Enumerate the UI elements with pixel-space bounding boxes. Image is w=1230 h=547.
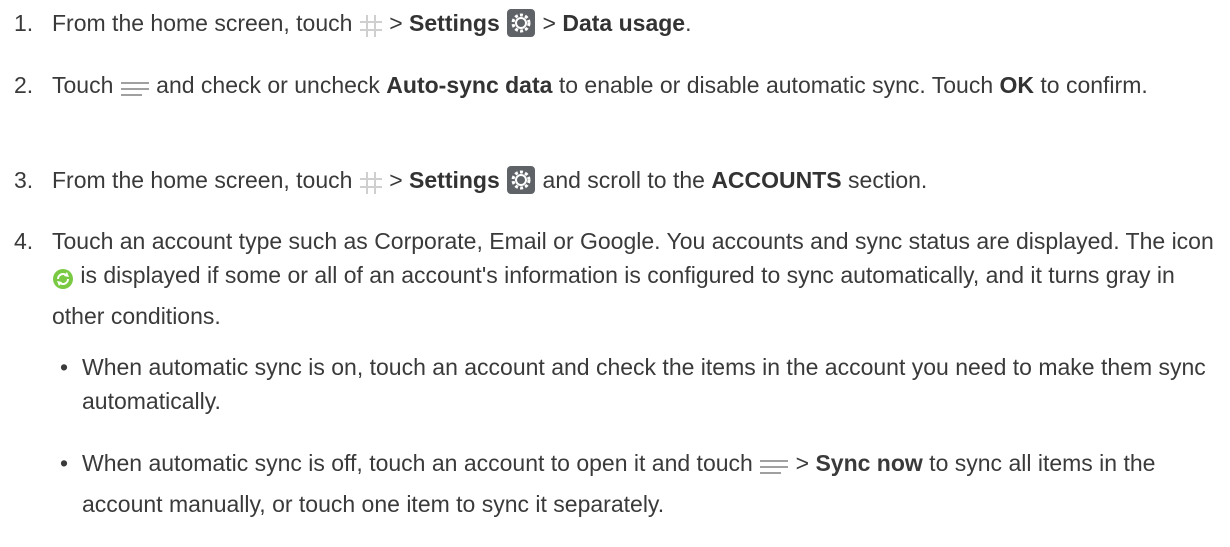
- data-usage-label: Data usage: [562, 10, 686, 36]
- step-4: 4. Touch an account type such as Corpora…: [14, 224, 1214, 333]
- bullet-item: • When automatic sync is on, touch an ac…: [60, 350, 1210, 418]
- bullet-item: • When automatic sync is off, touch an a…: [60, 446, 1210, 521]
- settings-label: Settings: [409, 167, 500, 193]
- bullet-text: When automatic sync is on, touch an acco…: [82, 354, 1206, 414]
- apps-grid-icon: [359, 170, 383, 204]
- step-number: 4.: [14, 228, 34, 254]
- auto-sync-label: Auto-sync data: [386, 72, 553, 98]
- menu-lines-icon: [759, 453, 789, 487]
- step-number: 2.: [14, 72, 34, 98]
- settings-label: Settings: [409, 10, 500, 36]
- instructions-document: 1. From the home screen, touch > Setting…: [0, 0, 1230, 547]
- step-text: From the home screen, touch > Settings a…: [52, 163, 1214, 204]
- menu-lines-icon: [120, 75, 150, 109]
- step-number: 3.: [14, 167, 34, 193]
- ok-label: OK: [999, 72, 1035, 98]
- step-1: 1. From the home screen, touch > Setting…: [14, 6, 1214, 47]
- sync-now-label: Sync now: [815, 450, 923, 476]
- step-3: 3. From the home screen, touch > Setting…: [14, 163, 1214, 204]
- settings-gear-icon: [506, 165, 536, 204]
- step-text: From the home screen, touch > Settings >…: [52, 6, 1214, 47]
- bullet-text: When automatic sync is off, touch an acc…: [82, 450, 1156, 517]
- apps-grid-icon: [359, 13, 383, 47]
- step-text: Touch an account type such as Corporate,…: [52, 228, 1214, 329]
- step-2: 2. Touch and check or uncheck Auto-sync …: [14, 68, 1214, 109]
- bullet-dot: •: [60, 354, 69, 380]
- sync-icon: [52, 265, 74, 299]
- step-number: 1.: [14, 10, 34, 36]
- settings-gear-icon: [506, 8, 536, 47]
- step-text: Touch and check or uncheck Auto-sync dat…: [52, 68, 1214, 109]
- bullet-dot: •: [60, 450, 69, 476]
- accounts-label: ACCOUNTS: [711, 167, 842, 193]
